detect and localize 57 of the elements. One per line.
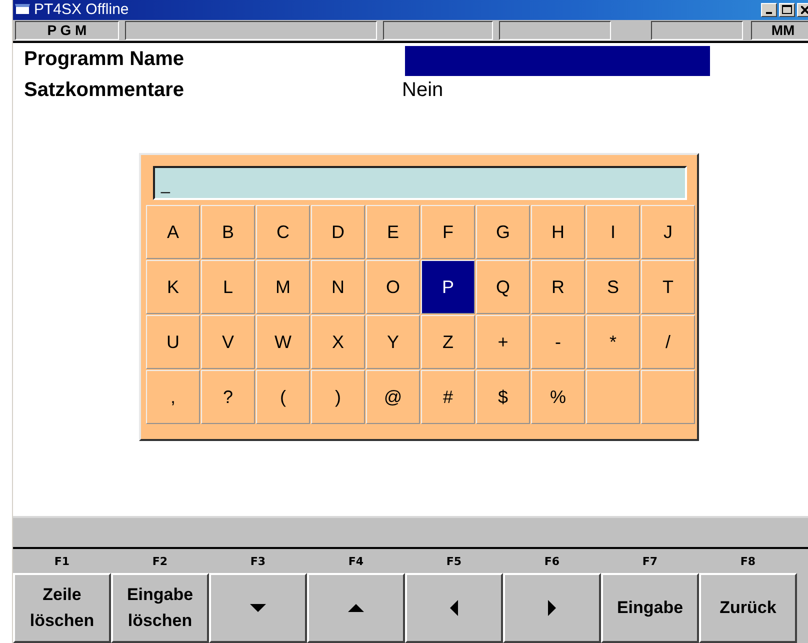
keyboard-key[interactable]: K [146,260,200,314]
comments-label: Satzkommentare [24,78,186,104]
keyboard-key[interactable]: X [311,315,365,370]
window-title: PT4SX Offline [34,1,130,18]
function-button[interactable]: Zeile löschen [13,573,111,643]
status-field: P G M [15,20,119,40]
keyboard-key[interactable]: I [586,205,640,260]
keyboard-key[interactable]: B [201,205,255,260]
keyboard-key[interactable]: P [421,260,475,314]
input-field[interactable]: _ [153,166,687,200]
keyboard-key[interactable]: % [531,370,585,424]
function-key-label: F7 [642,554,658,567]
function-button[interactable]: Eingabe [601,573,699,643]
keyboard-key[interactable]: D [311,205,365,260]
keyboard-key[interactable]: , [146,370,200,424]
comments-value: Nein [402,78,444,104]
keyboard-key[interactable]: $ [476,370,530,424]
keyboard-key[interactable]: W [256,315,310,370]
keyboard-key[interactable]: N [311,260,365,314]
keyboard-key[interactable]: / [641,315,695,370]
keyboard-key[interactable]: ? [201,370,255,424]
keyboard-key[interactable]: * [586,315,640,370]
function-button[interactable]: Eingabe löschen [111,573,209,643]
keyboard-key[interactable]: M [256,260,310,314]
status-field: MM [751,20,808,40]
keyboard-key[interactable]: ) [311,370,365,424]
keyboard-key[interactable]: C [256,205,310,260]
keyboard-key[interactable]: F [421,205,475,260]
keyboard-key[interactable]: Y [366,315,420,370]
function-key-label: F5 [446,554,462,567]
keyboard-key[interactable]: Z [421,315,475,370]
function-key-label: F4 [348,554,364,567]
keyboard-key[interactable]: @ [366,370,420,424]
keyboard-key[interactable]: - [531,315,585,370]
function-key-label: F3 [250,554,266,567]
keyboard-key[interactable]: O [366,260,420,314]
function-button[interactable]: Zurück [699,573,797,643]
keyboard-key[interactable]: S [586,260,640,314]
keyboard-key[interactable]: R [531,260,585,314]
program-name-label: Programm Name [24,47,186,72]
keyboard-key[interactable]: + [476,315,530,370]
keyboard-key[interactable]: H [531,205,585,260]
keyboard-key[interactable]: ( [256,370,310,424]
keyboard-key[interactable]: L [201,260,255,314]
keyboard-key[interactable]: V [201,315,255,370]
keyboard-key[interactable]: Q [476,260,530,314]
keyboard-key[interactable]: J [641,205,695,260]
keyboard-key[interactable]: G [476,205,530,260]
keyboard-key[interactable]: U [146,315,200,370]
keyboard-key[interactable]: # [421,370,475,424]
keyboard-key[interactable]: T [641,260,695,314]
function-key-label: F8 [740,554,756,567]
keyboard-key[interactable]: E [366,205,420,260]
keyboard-key[interactable]: A [146,205,200,260]
function-key-label: F6 [544,554,560,567]
function-key-label: F2 [152,554,168,567]
function-key-label: F1 [54,554,70,567]
